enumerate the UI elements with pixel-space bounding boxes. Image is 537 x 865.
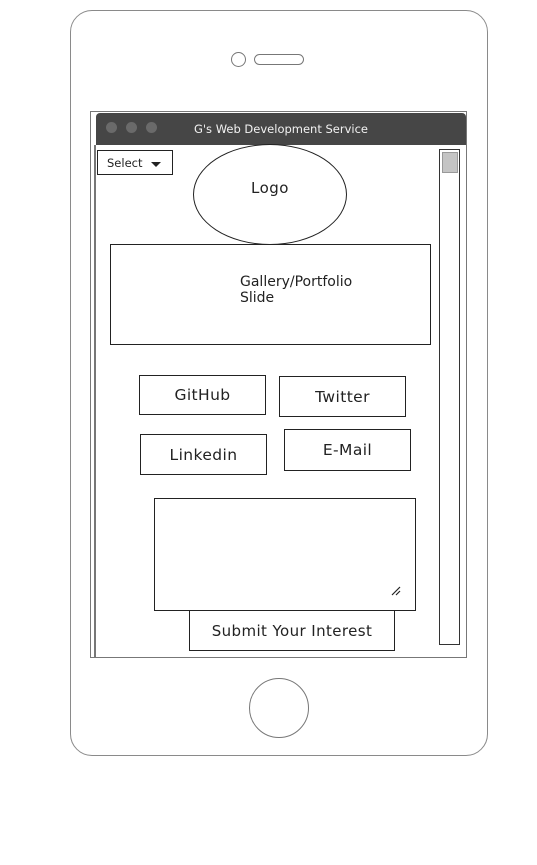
linkedin-button-label: Linkedin xyxy=(169,445,238,464)
camera-icon xyxy=(231,52,246,67)
chevron-down-icon xyxy=(151,162,161,167)
gallery-label: Gallery/Portfolio Slide xyxy=(240,274,353,306)
linkedin-button[interactable]: Linkedin xyxy=(140,434,267,475)
submit-button-label: Submit Your Interest xyxy=(211,621,373,640)
github-button-label: GitHub xyxy=(174,386,231,404)
home-button[interactable] xyxy=(249,678,309,738)
logo-label: Logo xyxy=(251,178,289,197)
window-title: G's Web Development Service xyxy=(193,122,369,136)
scrollbar-thumb[interactable] xyxy=(442,152,458,173)
twitter-button[interactable]: Twitter xyxy=(279,376,406,417)
submit-interest-button[interactable]: Submit Your Interest xyxy=(189,610,395,651)
resize-handle-icon[interactable] xyxy=(389,584,401,596)
email-button[interactable]: E-Mail xyxy=(284,429,411,471)
github-button[interactable]: GitHub xyxy=(139,375,266,415)
nav-select-label: Select xyxy=(107,156,143,170)
speaker-grille xyxy=(254,54,304,65)
vertical-scrollbar[interactable] xyxy=(439,149,460,645)
logo-placeholder: Logo xyxy=(193,144,347,245)
email-button-label: E-Mail xyxy=(322,441,373,459)
message-textarea[interactable] xyxy=(154,498,416,611)
content-divider xyxy=(94,145,96,657)
twitter-button-label: Twitter xyxy=(315,387,370,406)
